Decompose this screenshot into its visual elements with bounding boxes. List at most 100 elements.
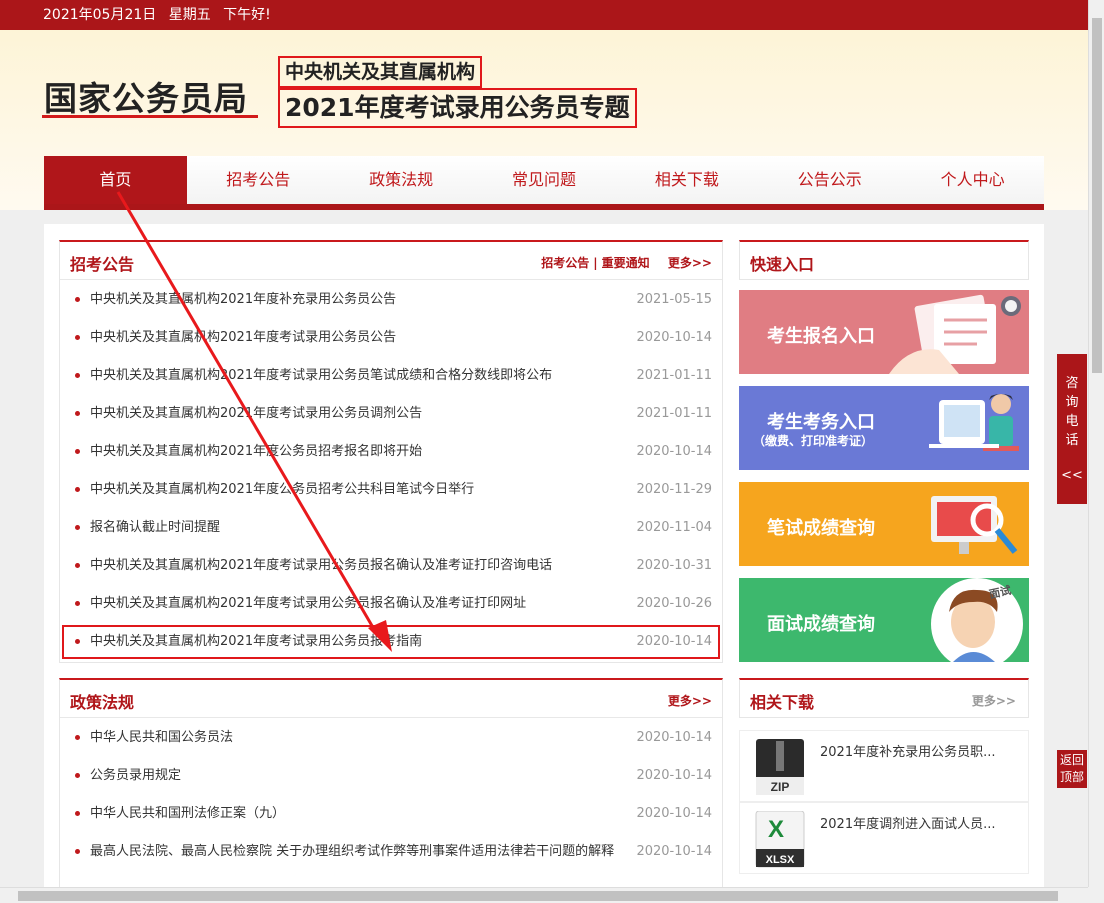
list-item-date: 2020-10-14 [636, 634, 712, 649]
list-item-title[interactable]: 中央机关及其直属机构2021年度考试录用公务员报名确认及准考证打印网址 [90, 596, 526, 611]
list-item-title[interactable]: 中央机关及其直属机构2021年度考试录用公务员调剂公告 [90, 406, 422, 421]
list-item[interactable]: 中央机关及其直属机构2021年度公务员招考公共科目笔试今日举行 2020-11-2… [60, 471, 722, 509]
list-item-date: 2020-10-14 [636, 844, 712, 859]
list-item[interactable]: 中央机关及其直属机构2021年度考试录用公务员报名确认及准考证打印网址 2020-… [60, 585, 722, 623]
candidate-registration-banner[interactable]: 考生报名入口 [739, 290, 1029, 374]
vertical-scroll-thumb[interactable] [1092, 18, 1102, 373]
list-item-title[interactable]: 公务员录用规定 [90, 768, 181, 783]
list-item[interactable]: 中央机关及其直属机构2021年度考试录用公务员报名确认及准考证打印咨询电话 202… [60, 547, 722, 585]
bullet-dot [75, 449, 80, 454]
bullet-dot [75, 411, 80, 416]
bullet-dot [75, 335, 80, 340]
list-item[interactable]: 中央机关及其直属机构2021年度考试录用公务员公告 2020-10-14 [60, 319, 722, 357]
bullet-dot [75, 373, 80, 378]
downloads-title: 相关下载 [750, 693, 815, 712]
list-item[interactable]: 最高人民法院、最高人民检察院 关于办理组织考试作弊等刑事案件适用法律若干问题的解… [60, 833, 722, 871]
list-item-date: 2020-10-14 [636, 444, 712, 459]
list-item-date: 2020-10-14 [636, 330, 712, 345]
vertical-scrollbar[interactable] [1088, 0, 1104, 887]
top-bar: 2021年05月21日 星期五 下午好! [0, 0, 1088, 30]
nav-notices[interactable]: 招考公告 [187, 156, 330, 204]
list-item-title[interactable]: 中华人民共和国刑法修正案（九） [90, 806, 285, 821]
list-item-date: 2020-11-29 [636, 482, 712, 497]
header-subtitle-org: 中央机关及其直属机构 [278, 56, 483, 88]
nav-home[interactable]: 首页 [44, 156, 187, 204]
xlsx-file-icon: X XLSX [755, 811, 805, 868]
download-name: 2021年度调剂进入面试人员... [820, 817, 996, 832]
list-item-title[interactable]: 中央机关及其直属机构2021年度补充录用公务员公告 [90, 292, 396, 307]
list-item-date: 2020-10-26 [636, 596, 712, 611]
date-text: 2021年05月21日 [43, 7, 157, 23]
policy-title: 政策法规 [70, 693, 135, 712]
bullet-dot [75, 849, 80, 854]
bullet-dot [75, 487, 80, 492]
nav-announcements[interactable]: 公告公示 [758, 156, 901, 204]
list-item[interactable]: 中央机关及其直属机构2021年度公务员招考报名即将开始 2020-10-14 [60, 433, 722, 471]
nav-personal-center[interactable]: 个人中心 [901, 156, 1044, 204]
consult-phone-tab[interactable]: 咨询电话 << [1057, 354, 1087, 504]
list-item[interactable]: 中央机关及其直属机构2021年度考试录用公务员报考指南 2020-10-14 [60, 623, 722, 661]
list-item[interactable]: 公务员录用规定 2020-10-14 [60, 757, 722, 795]
list-item-title[interactable]: 中央机关及其直属机构2021年度公务员招考报名即将开始 [90, 444, 422, 459]
site-logo[interactable]: 国家公务员局 [44, 72, 248, 120]
written-score-illustration-icon [931, 496, 1018, 554]
notices-links: 招考公告 | 重要通知 更多>> [541, 256, 712, 270]
quick-entry-header: 快速入口 [739, 240, 1029, 280]
list-item-title[interactable]: 中央机关及其直属机构2021年度公务员招考公共科目笔试今日举行 [90, 482, 474, 497]
notices-panel-header: 招考公告 招考公告 | 重要通知 更多>> [60, 242, 722, 280]
back-to-top-button[interactable]: 返回 顶部 [1057, 750, 1087, 788]
logo-underline [42, 115, 258, 118]
list-item[interactable]: 中央机关及其直属机构2021年度考试录用公务员调剂公告 2021-01-11 [60, 395, 722, 433]
registration-illustration-icon [889, 294, 1021, 374]
policy-more-link[interactable]: 更多>> [668, 694, 712, 708]
policy-panel: 政策法规 更多>> 中华人民共和国公务员法 2020-10-14 公务员录用规定 20… [59, 678, 723, 903]
candidate-exam-affairs-banner[interactable]: 考生考务入口 （缴费、打印准考证） [739, 386, 1029, 470]
list-item-title[interactable]: 中央机关及其直属机构2021年度考试录用公务员公告 [90, 330, 396, 345]
xlsx-label: XLSX [766, 854, 795, 866]
interview-illustration-icon [931, 578, 1023, 662]
written-exam-score-banner[interactable]: 笔试成绩查询 [739, 482, 1029, 566]
policy-panel-header: 政策法规 更多>> [60, 680, 722, 718]
list-item-date: 2020-10-14 [636, 730, 712, 745]
list-item-date: 2020-11-04 [636, 520, 712, 535]
bullet-dot [75, 639, 80, 644]
list-item[interactable]: 中央机关及其直属机构2021年度补充录用公务员公告 2021-05-15 [60, 281, 722, 319]
list-item[interactable]: 报名确认截止时间提醒 2020-11-04 [60, 509, 722, 547]
bullet-dot [75, 735, 80, 740]
list-item-title[interactable]: 中央机关及其直属机构2021年度考试录用公务员报考指南 [90, 634, 422, 649]
list-item[interactable]: 中华人民共和国公务员法 2020-10-14 [60, 719, 722, 757]
list-item-title[interactable]: 最高人民法院、最高人民检察院 关于办理组织考试作弊等刑事案件适用法律若干问题的解… [90, 844, 614, 859]
list-item-date: 2021-01-11 [636, 406, 712, 421]
horizontal-scroll-thumb[interactable] [18, 891, 1058, 901]
consult-phone-label: 咨询电话 [1065, 376, 1079, 448]
quick-entry-title: 快速入口 [750, 255, 815, 274]
exam-affairs-illustration-icon [929, 394, 1019, 451]
nav-downloads[interactable]: 相关下载 [615, 156, 758, 204]
nav-faq[interactable]: 常见问题 [473, 156, 616, 204]
list-item[interactable]: 中华人民共和国刑法修正案（九） 2020-10-14 [60, 795, 722, 833]
policy-links: 更多>> [668, 692, 712, 709]
list-item-title[interactable]: 中华人民共和国公务员法 [90, 730, 233, 745]
list-item[interactable]: 中央机关及其直属机构2021年度考试录用公务员笔试成绩和合格分数线即将公布 202… [60, 357, 722, 395]
download-item-xlsx[interactable]: X XLSX 2021年度调剂进入面试人员... [739, 802, 1029, 874]
collapse-icon[interactable]: << [1057, 466, 1087, 485]
interview-score-banner[interactable]: 面试成绩查询 面试 [739, 578, 1029, 662]
nav-policy[interactable]: 政策法规 [330, 156, 473, 204]
download-item-zip[interactable]: ZIP 2021年度补充录用公务员职... [739, 730, 1029, 802]
notices-link-important[interactable]: 重要通知 [602, 256, 650, 270]
list-item-title[interactable]: 报名确认截止时间提醒 [90, 520, 220, 535]
svg-text:X: X [768, 816, 784, 843]
list-item-title[interactable]: 中央机关及其直属机构2021年度考试录用公务员笔试成绩和合格分数线即将公布 [90, 368, 552, 383]
downloads-more-link[interactable]: 更多>> [972, 692, 1016, 709]
weekday-text: 星期五 [168, 7, 211, 23]
list-item-title[interactable]: 中央机关及其直属机构2021年度考试录用公务员报名确认及准考证打印咨询电话 [90, 558, 552, 573]
notices-more-link[interactable]: 更多>> [668, 256, 712, 270]
downloads-header: 相关下载 更多>> [739, 678, 1029, 718]
bullet-dot [75, 811, 80, 816]
greeting-text: 下午好! [223, 7, 271, 23]
list-item-date: 2020-10-14 [636, 806, 712, 821]
notices-link-notices[interactable]: 招考公告 [541, 256, 589, 270]
bullet-dot [75, 773, 80, 778]
horizontal-scrollbar[interactable] [0, 887, 1088, 903]
download-name: 2021年度补充录用公务员职... [820, 745, 996, 760]
